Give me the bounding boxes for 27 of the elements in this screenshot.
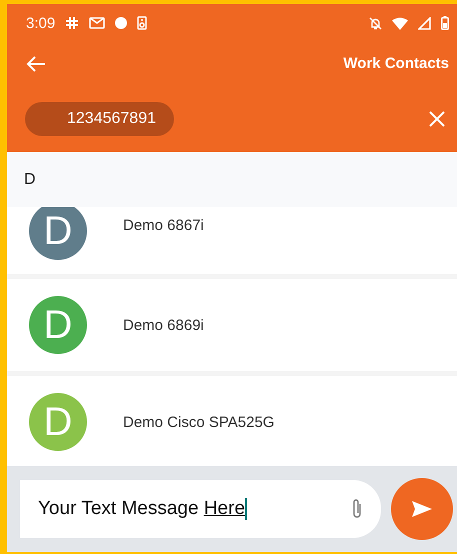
wifi-icon bbox=[392, 16, 408, 30]
close-icon bbox=[429, 110, 445, 126]
battery-icon bbox=[441, 16, 449, 30]
dot-icon bbox=[115, 17, 128, 29]
paperclip-icon[interactable] bbox=[351, 498, 363, 520]
send-icon bbox=[411, 500, 433, 518]
section-letter: D bbox=[24, 170, 36, 188]
signal-icon bbox=[418, 16, 431, 30]
muted-bell-icon bbox=[369, 16, 382, 30]
contact-name: Demo Cisco SPA525G bbox=[123, 414, 274, 430]
close-button[interactable] bbox=[427, 108, 447, 128]
contact-avatar: D bbox=[29, 393, 87, 451]
hash-icon bbox=[65, 16, 80, 30]
contact-avatar: D bbox=[29, 296, 87, 354]
contact-name: Demo 6867i bbox=[123, 217, 204, 234]
speaker-icon bbox=[137, 16, 148, 30]
message-field[interactable]: Your Text Message Here bbox=[20, 480, 381, 538]
contact-avatar: D bbox=[29, 207, 87, 260]
contact-row[interactable]: D Demo 6867i bbox=[7, 207, 457, 274]
back-arrow-icon bbox=[26, 54, 46, 72]
contact-row[interactable]: D Demo 6869i bbox=[7, 279, 457, 371]
mail-icon bbox=[89, 17, 106, 29]
recipient-chip[interactable]: 1234567891 bbox=[25, 102, 174, 136]
screen-title: Work Contacts bbox=[343, 55, 449, 72]
contact-row[interactable]: D Demo Cisco SPA525G bbox=[7, 376, 457, 466]
status-time: 3:09 bbox=[26, 14, 56, 32]
contact-name: Demo 6869i bbox=[123, 316, 204, 334]
